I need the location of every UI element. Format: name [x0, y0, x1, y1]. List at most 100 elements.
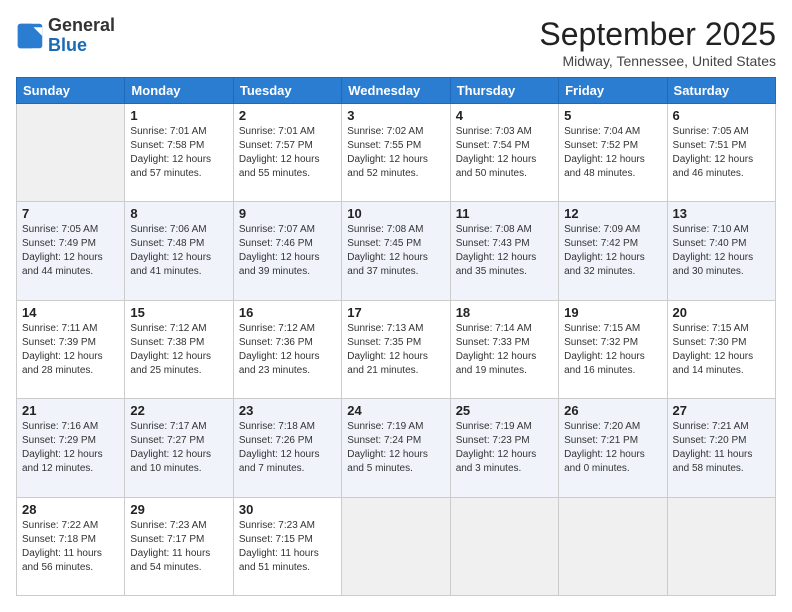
table-row: 19 Sunrise: 7:15 AMSunset: 7:32 PMDayligh…	[559, 300, 667, 398]
day-number: 22	[130, 403, 227, 418]
table-row: 3 Sunrise: 7:02 AMSunset: 7:55 PMDaylight…	[342, 104, 450, 202]
header-thursday: Thursday	[450, 78, 558, 104]
table-row: 28Sunrise: 7:22 AMSunset: 7:18 PMDayligh…	[17, 497, 125, 595]
table-row: 21 Sunrise: 7:16 AMSunset: 7:29 PMDayligh…	[17, 399, 125, 497]
day-info: Sunrise: 7:23 AMSunset: 7:15 PMDaylight:…	[239, 519, 336, 575]
title-block: September 2025 Midway, Tennessee, United…	[539, 16, 776, 69]
day-info: Sunrise: 7:17 AMSunset: 7:27 PMDaylight:…	[130, 420, 227, 476]
day-info: Sunrise: 7:18 AMSunset: 7:26 PMDaylight:…	[239, 420, 336, 476]
table-row: 20 Sunrise: 7:15 AMSunset: 7:30 PMDayligh…	[667, 300, 775, 398]
table-row: 9 Sunrise: 7:07 AMSunset: 7:46 PMDaylight…	[233, 202, 341, 300]
logo-blue-text: Blue	[48, 35, 87, 55]
table-row: 16 Sunrise: 7:12 AMSunset: 7:36 PMDayligh…	[233, 300, 341, 398]
day-info: Sunrise: 7:03 AMSunset: 7:54 PMDaylight:…	[456, 125, 553, 181]
day-info: Sunrise: 7:10 AMSunset: 7:40 PMDaylight:…	[673, 223, 770, 279]
day-info: Sunrise: 7:16 AMSunset: 7:29 PMDaylight:…	[22, 420, 119, 476]
table-row: 24 Sunrise: 7:19 AMSunset: 7:24 PMDayligh…	[342, 399, 450, 497]
header: General Blue September 2025 Midway, Tenn…	[16, 16, 776, 69]
calendar-week-row: 21 Sunrise: 7:16 AMSunset: 7:29 PMDayligh…	[17, 399, 776, 497]
header-saturday: Saturday	[667, 78, 775, 104]
table-row: 12 Sunrise: 7:09 AMSunset: 7:42 PMDayligh…	[559, 202, 667, 300]
page: General Blue September 2025 Midway, Tenn…	[0, 0, 792, 612]
table-row: 10 Sunrise: 7:08 AMSunset: 7:45 PMDayligh…	[342, 202, 450, 300]
day-number: 19	[564, 305, 661, 320]
table-row: 6 Sunrise: 7:05 AMSunset: 7:51 PMDaylight…	[667, 104, 775, 202]
day-number: 5	[564, 108, 661, 123]
table-row: 29Sunrise: 7:23 AMSunset: 7:17 PMDayligh…	[125, 497, 233, 595]
day-info: Sunrise: 7:12 AMSunset: 7:38 PMDaylight:…	[130, 322, 227, 378]
table-row: 25Sunrise: 7:19 AMSunset: 7:23 PMDayligh…	[450, 399, 558, 497]
day-info: Sunrise: 7:05 AMSunset: 7:51 PMDaylight:…	[673, 125, 770, 181]
day-info: Sunrise: 7:12 AMSunset: 7:36 PMDaylight:…	[239, 322, 336, 378]
day-info: Sunrise: 7:13 AMSunset: 7:35 PMDaylight:…	[347, 322, 444, 378]
calendar-week-row: 7Sunrise: 7:05 AMSunset: 7:49 PMDaylight…	[17, 202, 776, 300]
day-number: 4	[456, 108, 553, 123]
table-row: 30 Sunrise: 7:23 AMSunset: 7:15 PMDayligh…	[233, 497, 341, 595]
table-row: 4 Sunrise: 7:03 AMSunset: 7:54 PMDaylight…	[450, 104, 558, 202]
day-info: Sunrise: 7:15 AMSunset: 7:32 PMDaylight:…	[564, 322, 661, 378]
day-info: Sunrise: 7:08 AMSunset: 7:45 PMDaylight:…	[347, 223, 444, 279]
day-number: 21	[22, 403, 119, 418]
day-info: Sunrise: 7:14 AMSunset: 7:33 PMDaylight:…	[456, 322, 553, 378]
day-info: Sunrise: 7:01 AMSunset: 7:58 PMDaylight:…	[130, 125, 227, 181]
table-row: 11 Sunrise: 7:08 AMSunset: 7:43 PMDayligh…	[450, 202, 558, 300]
day-info: Sunrise: 7:21 AMSunset: 7:20 PMDaylight:…	[673, 420, 770, 476]
day-info: Sunrise: 7:19 AMSunset: 7:24 PMDaylight:…	[347, 420, 444, 476]
table-row: 2Sunrise: 7:01 AMSunset: 7:57 PMDaylight…	[233, 104, 341, 202]
day-info: Sunrise: 7:08 AMSunset: 7:43 PMDaylight:…	[456, 223, 553, 279]
day-number: 14	[22, 305, 119, 320]
day-info: Sunrise: 7:07 AMSunset: 7:46 PMDaylight:…	[239, 223, 336, 279]
day-number: 1	[130, 108, 227, 123]
day-number: 16	[239, 305, 336, 320]
day-number: 26	[564, 403, 661, 418]
table-row	[559, 497, 667, 595]
table-row: 15Sunrise: 7:12 AMSunset: 7:38 PMDayligh…	[125, 300, 233, 398]
day-number: 30	[239, 502, 336, 517]
day-number: 11	[456, 206, 553, 221]
table-row	[342, 497, 450, 595]
day-info: Sunrise: 7:11 AMSunset: 7:39 PMDaylight:…	[22, 322, 119, 378]
table-row: 27 Sunrise: 7:21 AMSunset: 7:20 PMDayligh…	[667, 399, 775, 497]
day-number: 6	[673, 108, 770, 123]
table-row: 18Sunrise: 7:14 AMSunset: 7:33 PMDayligh…	[450, 300, 558, 398]
day-number: 9	[239, 206, 336, 221]
header-monday: Monday	[125, 78, 233, 104]
day-number: 27	[673, 403, 770, 418]
table-row: 7Sunrise: 7:05 AMSunset: 7:49 PMDaylight…	[17, 202, 125, 300]
table-row: 13Sunrise: 7:10 AMSunset: 7:40 PMDayligh…	[667, 202, 775, 300]
table-row: 14 Sunrise: 7:11 AMSunset: 7:39 PMDayligh…	[17, 300, 125, 398]
day-info: Sunrise: 7:06 AMSunset: 7:48 PMDaylight:…	[130, 223, 227, 279]
table-row: 22 Sunrise: 7:17 AMSunset: 7:27 PMDayligh…	[125, 399, 233, 497]
month-title: September 2025	[539, 16, 776, 53]
table-row: 5 Sunrise: 7:04 AMSunset: 7:52 PMDaylight…	[559, 104, 667, 202]
day-number: 10	[347, 206, 444, 221]
header-tuesday: Tuesday	[233, 78, 341, 104]
day-info: Sunrise: 7:22 AMSunset: 7:18 PMDaylight:…	[22, 519, 119, 575]
day-number: 20	[673, 305, 770, 320]
table-row	[450, 497, 558, 595]
calendar: Sunday Monday Tuesday Wednesday Thursday…	[16, 77, 776, 596]
table-row: 1 Sunrise: 7:01 AMSunset: 7:58 PMDaylight…	[125, 104, 233, 202]
day-number: 12	[564, 206, 661, 221]
table-row: 17 Sunrise: 7:13 AMSunset: 7:35 PMDayligh…	[342, 300, 450, 398]
day-number: 25	[456, 403, 553, 418]
day-number: 17	[347, 305, 444, 320]
header-wednesday: Wednesday	[342, 78, 450, 104]
day-number: 7	[22, 206, 119, 221]
day-info: Sunrise: 7:15 AMSunset: 7:30 PMDaylight:…	[673, 322, 770, 378]
day-number: 23	[239, 403, 336, 418]
table-row: 23 Sunrise: 7:18 AMSunset: 7:26 PMDayligh…	[233, 399, 341, 497]
day-info: Sunrise: 7:09 AMSunset: 7:42 PMDaylight:…	[564, 223, 661, 279]
day-number: 8	[130, 206, 227, 221]
day-number: 3	[347, 108, 444, 123]
day-info: Sunrise: 7:02 AMSunset: 7:55 PMDaylight:…	[347, 125, 444, 181]
calendar-week-row: 28Sunrise: 7:22 AMSunset: 7:18 PMDayligh…	[17, 497, 776, 595]
day-number: 24	[347, 403, 444, 418]
day-info: Sunrise: 7:20 AMSunset: 7:21 PMDaylight:…	[564, 420, 661, 476]
day-info: Sunrise: 7:23 AMSunset: 7:17 PMDaylight:…	[130, 519, 227, 575]
header-sunday: Sunday	[17, 78, 125, 104]
logo: General Blue	[16, 16, 115, 56]
location: Midway, Tennessee, United States	[539, 53, 776, 69]
day-number: 2	[239, 108, 336, 123]
day-info: Sunrise: 7:04 AMSunset: 7:52 PMDaylight:…	[564, 125, 661, 181]
